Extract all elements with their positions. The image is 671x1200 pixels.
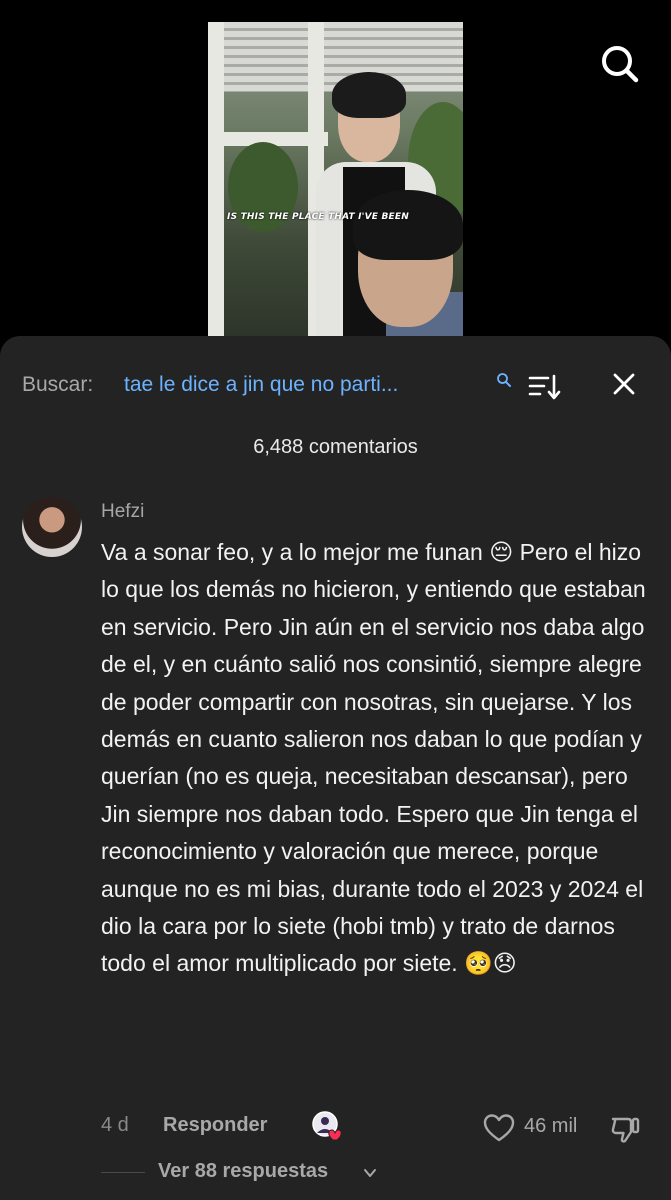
search-query-link[interactable]: tae le dice a jin que no parti... xyxy=(124,370,398,400)
avatar[interactable] xyxy=(22,497,82,557)
comment-search-bar: Buscar: tae le dice a jin que no parti..… xyxy=(22,370,652,402)
close-icon[interactable] xyxy=(610,370,638,398)
thumbs-down-icon[interactable] xyxy=(609,1113,641,1145)
comments-sheet: Buscar: tae le dice a jin que no parti..… xyxy=(0,336,671,1200)
chevron-down-icon xyxy=(364,1169,376,1177)
sort-icon[interactable] xyxy=(528,373,562,401)
video-caption: IS THIS THE PLACE THAT I'VE BEEN xyxy=(227,212,409,222)
search-icon xyxy=(602,46,639,83)
video-thumbnail[interactable]: IS THIS THE PLACE THAT I'VE BEEN xyxy=(208,22,463,336)
comment-text: Va a sonar feo, y a lo mejor me funan 😔 … xyxy=(101,539,646,977)
window-frame xyxy=(208,22,224,336)
view-replies-label: Ver 88 respuestas xyxy=(158,1160,329,1182)
person-figure xyxy=(332,72,406,118)
creator-liked-avatar-icon xyxy=(312,1111,342,1141)
search-icon xyxy=(497,373,511,387)
divider xyxy=(101,1172,145,1173)
like-count: 46 mil xyxy=(524,1115,578,1137)
person-figure xyxy=(353,190,463,260)
heart-icon[interactable] xyxy=(483,1113,515,1143)
comment-author[interactable]: Hefzi xyxy=(101,501,144,523)
window-blinds xyxy=(208,22,463,92)
reply-button[interactable]: Responder xyxy=(163,1114,267,1137)
comment-timestamp: 4 d xyxy=(101,1114,129,1136)
comment-actions: 4 d Responder 46 mil xyxy=(101,1111,661,1143)
comment-count: 6,488 comentarios xyxy=(253,436,418,458)
view-replies-button[interactable]: Ver 88 respuestas xyxy=(101,1158,501,1188)
search-label: Buscar: xyxy=(22,373,94,396)
search-button[interactable] xyxy=(598,42,642,86)
